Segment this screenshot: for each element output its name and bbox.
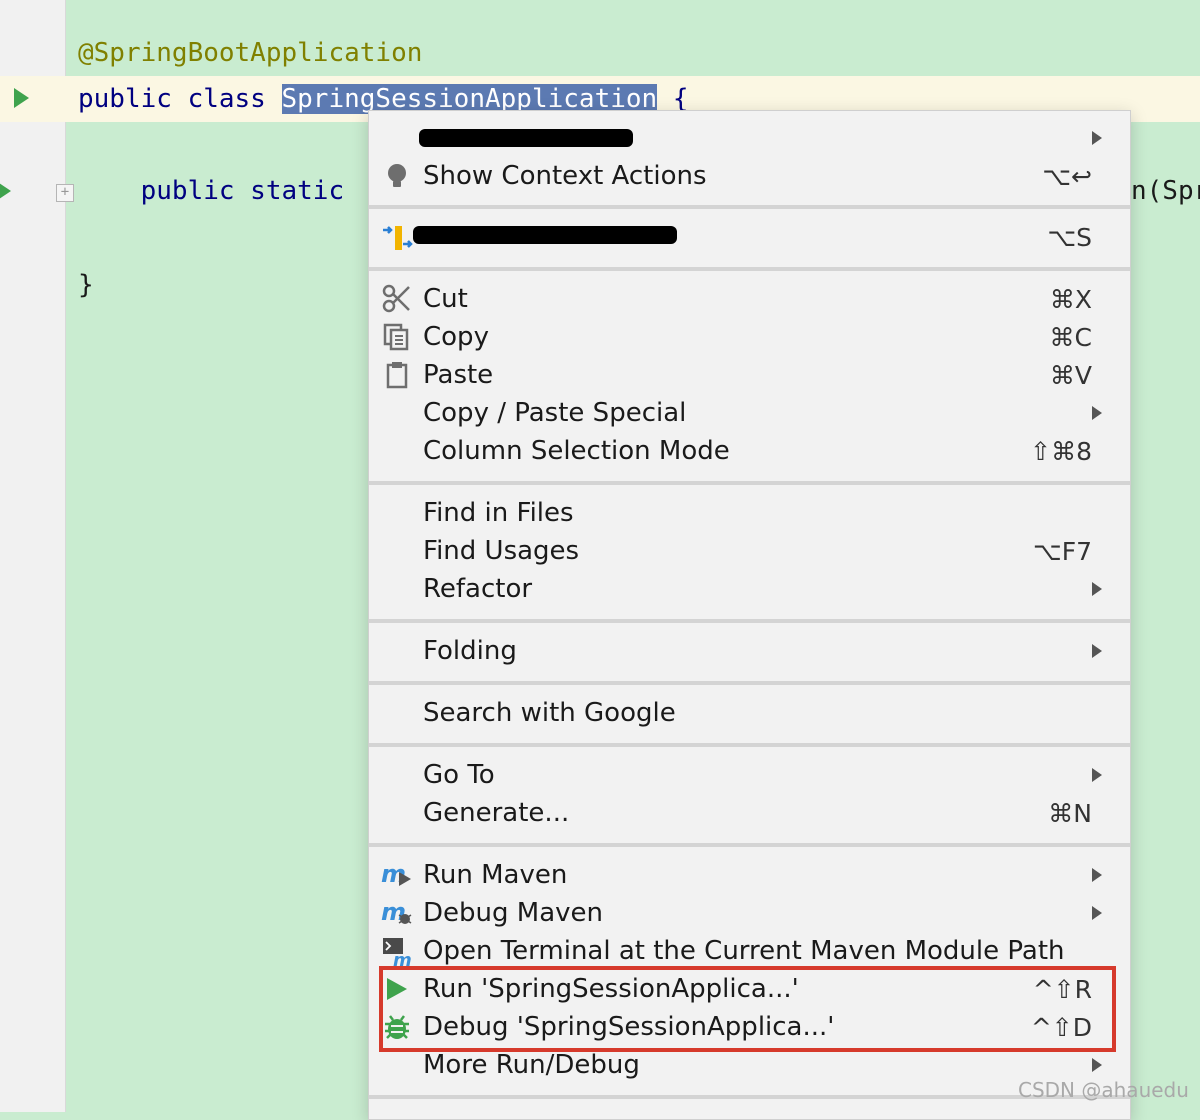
maven-run-icon: m bbox=[381, 860, 411, 888]
menu-item-label: Copy bbox=[423, 322, 489, 352]
menu-item-copy-paste-special[interactable]: Copy / Paste Special bbox=[369, 394, 1130, 432]
sequence-diagram-icon bbox=[383, 226, 413, 250]
menu-item-column-selection-mode[interactable]: Column Selection Mode ⇧⌘8 bbox=[369, 432, 1130, 470]
menu-item-show-context-actions[interactable]: Show Context Actions ⌥↩ bbox=[369, 157, 1130, 195]
menu-item-label: Open Terminal at the Current Maven Modul… bbox=[423, 936, 1065, 966]
menu-separator bbox=[369, 481, 1130, 485]
fold-toggle-icon[interactable]: + bbox=[56, 184, 74, 202]
menu-item-paste[interactable]: Paste ⌘V bbox=[369, 356, 1130, 394]
scissors-icon bbox=[382, 284, 410, 313]
submenu-arrow-icon bbox=[1092, 131, 1102, 145]
maven-debug-icon: m bbox=[381, 898, 412, 926]
code-closing-brace: } bbox=[78, 270, 94, 300]
submenu-arrow-icon bbox=[1092, 868, 1102, 882]
menu-item-label: Column Selection Mode bbox=[423, 436, 730, 466]
watermark: CSDN @ahauedu bbox=[1018, 1078, 1189, 1102]
submenu-arrow-icon bbox=[1092, 582, 1102, 596]
menu-item-shortcut: ⌥F7 bbox=[1032, 536, 1092, 566]
svg-text:m: m bbox=[393, 950, 412, 966]
menu-item-label: Refactor bbox=[423, 574, 533, 604]
menu-item-label: Cut bbox=[423, 284, 468, 314]
redaction-mark bbox=[419, 129, 633, 147]
menu-separator bbox=[369, 843, 1130, 847]
menu-item-label: Find in Files bbox=[423, 498, 574, 528]
submenu-arrow-icon bbox=[1092, 644, 1102, 658]
run-main-gutter-icon[interactable] bbox=[0, 181, 11, 201]
menu-item-shortcut: ⌘V bbox=[1049, 360, 1092, 390]
menu-separator bbox=[369, 205, 1130, 209]
menu-separator bbox=[369, 681, 1130, 685]
menu-item-redacted-plugin[interactable] bbox=[369, 119, 1130, 157]
menu-item-label: Paste bbox=[423, 360, 494, 390]
menu-item-find-in-files[interactable]: Find in Files bbox=[369, 494, 1130, 532]
menu-item-label: Debug Maven bbox=[423, 898, 603, 928]
lightbulb-icon bbox=[388, 164, 406, 187]
menu-item-refactor[interactable]: Refactor bbox=[369, 570, 1130, 608]
menu-item-shortcut: ⌘C bbox=[1049, 322, 1092, 352]
menu-item-debug-maven[interactable]: m Debug Maven bbox=[369, 894, 1130, 932]
menu-item-shortcut: ⌘X bbox=[1049, 284, 1092, 314]
menu-separator bbox=[369, 743, 1130, 747]
menu-item-shortcut: ⌥S bbox=[1047, 222, 1092, 252]
editor-gutter bbox=[0, 0, 66, 1112]
menu-item-label: Folding bbox=[423, 636, 517, 666]
menu-item-label: Copy / Paste Special bbox=[423, 398, 687, 428]
menu-item-shortcut: ⇧⌘8 bbox=[1030, 436, 1092, 466]
menu-item-label: Show Context Actions bbox=[423, 161, 707, 191]
menu-item-label: Go To bbox=[423, 760, 495, 790]
menu-item-folding[interactable]: Folding bbox=[369, 632, 1130, 670]
menu-separator bbox=[369, 267, 1130, 271]
code-annotation: @SpringBootApplication bbox=[78, 38, 423, 68]
menu-item-search-with-google[interactable]: Search with Google bbox=[369, 694, 1130, 732]
run-debug-highlight-box bbox=[379, 966, 1116, 1052]
menu-item-label: Search with Google bbox=[423, 698, 676, 728]
menu-item-generate[interactable]: Generate... ⌘N bbox=[369, 794, 1130, 832]
code-main-method: public static bbox=[78, 176, 360, 206]
menu-separator bbox=[369, 619, 1130, 623]
menu-item-sequence-diagram[interactable]: ⌥S bbox=[369, 218, 1130, 256]
menu-item-cut[interactable]: Cut ⌘X bbox=[369, 280, 1130, 318]
submenu-arrow-icon bbox=[1092, 768, 1102, 782]
menu-item-shortcut: ⌥↩ bbox=[1042, 161, 1092, 191]
menu-item-label: Generate... bbox=[423, 798, 570, 828]
menu-item-copy[interactable]: Copy ⌘C bbox=[369, 318, 1130, 356]
clipboard-icon bbox=[386, 362, 408, 389]
submenu-arrow-icon bbox=[1092, 906, 1102, 920]
menu-item-go-to[interactable]: Go To bbox=[369, 756, 1130, 794]
code-keyword: public class bbox=[78, 84, 282, 114]
submenu-arrow-icon bbox=[1092, 406, 1102, 420]
menu-item-label: More Run/Debug bbox=[423, 1050, 640, 1080]
menu-item-run-maven[interactable]: m Run Maven bbox=[369, 856, 1130, 894]
menu-item-label: Run Maven bbox=[423, 860, 568, 890]
menu-separator bbox=[369, 1095, 1130, 1099]
menu-item-label: Find Usages bbox=[423, 536, 580, 566]
menu-item-find-usages[interactable]: Find Usages ⌥F7 bbox=[369, 532, 1130, 570]
maven-terminal-icon: m bbox=[383, 938, 412, 966]
submenu-arrow-icon bbox=[1092, 1058, 1102, 1072]
menu-item-open-terminal-maven[interactable]: m Open Terminal at the Current Maven Mod… bbox=[369, 932, 1130, 970]
code-main-method-tail: n(Spr bbox=[1131, 176, 1200, 206]
copy-icon bbox=[383, 323, 409, 351]
run-class-gutter-icon[interactable] bbox=[14, 88, 29, 108]
menu-item-shortcut: ⌘N bbox=[1048, 798, 1092, 828]
redaction-mark bbox=[413, 226, 677, 244]
